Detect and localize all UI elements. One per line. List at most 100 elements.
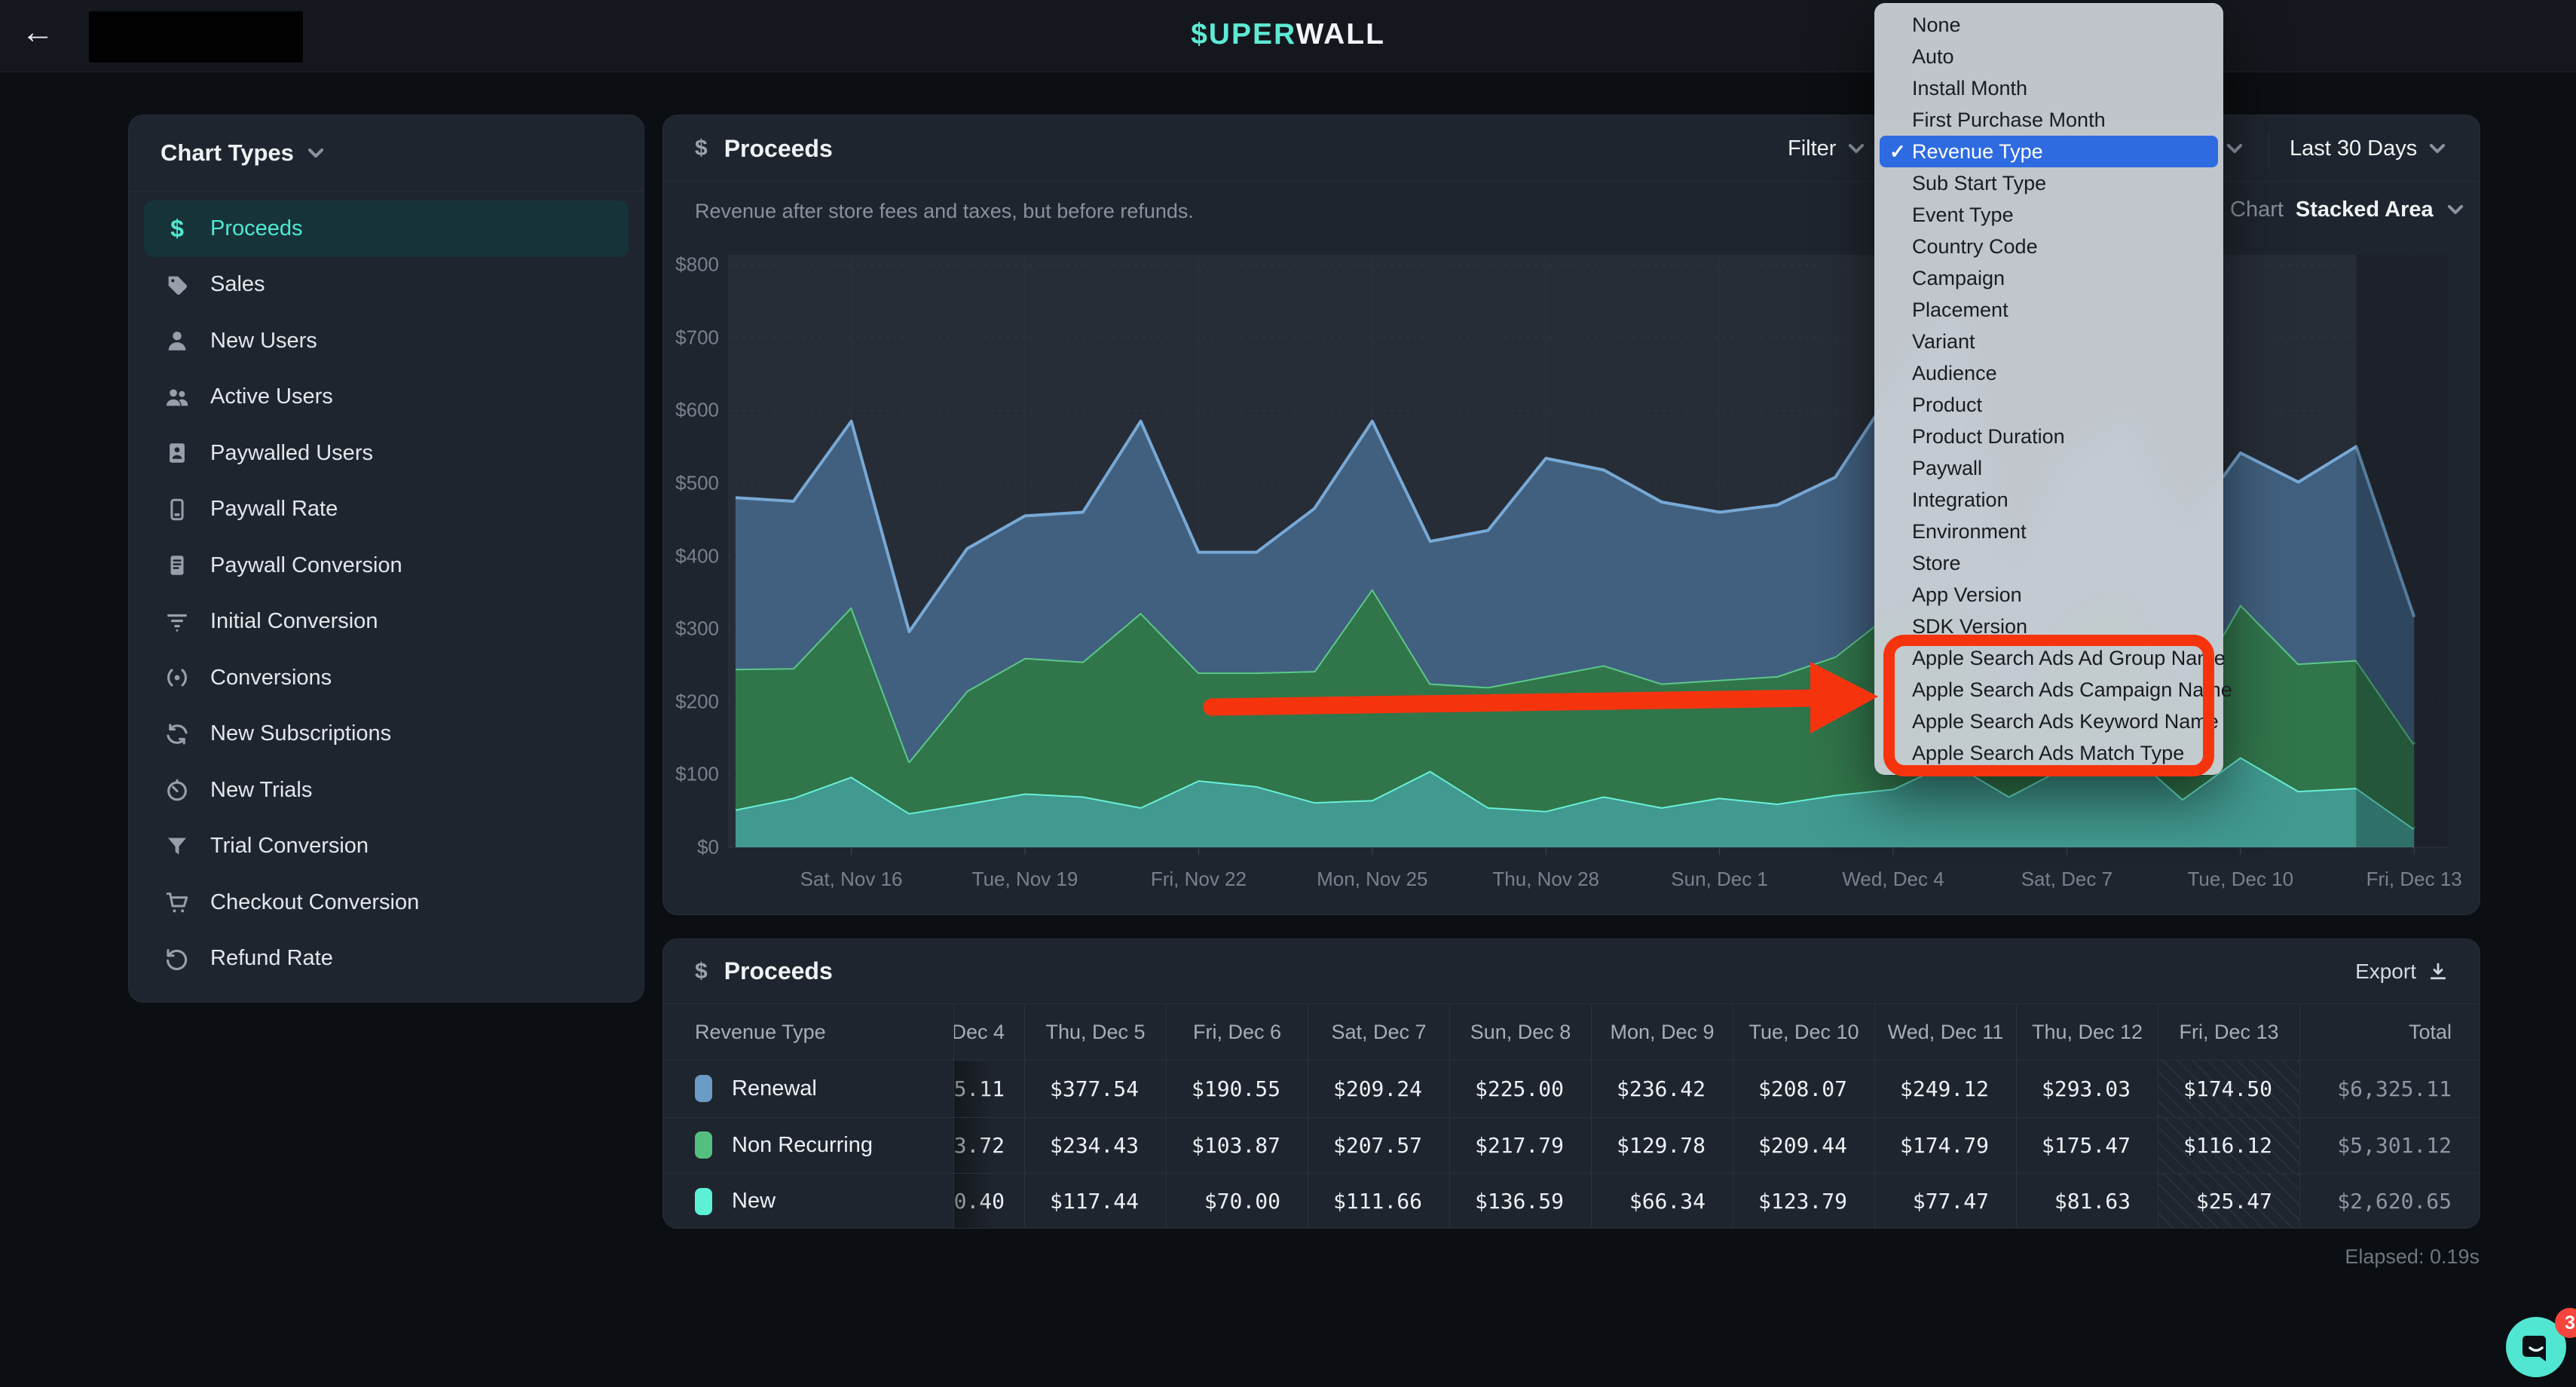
menu-item-product-duration[interactable]: Product Duration <box>1874 421 2223 452</box>
chart-type-label: Chart <box>2230 197 2284 222</box>
menu-item-label: First Purchase Month <box>1912 109 2106 132</box>
chevron-down-icon <box>1846 139 1866 158</box>
menu-item-apple-search-ads-campaign-name[interactable]: Apple Search Ads Campaign Name <box>1874 674 2223 706</box>
menu-item-store[interactable]: Store <box>1874 547 2223 579</box>
y-axis-tick-label: $600 <box>629 399 719 422</box>
menu-item-audience[interactable]: Audience <box>1874 357 2223 389</box>
money-cell: $249.12 <box>1874 1061 2016 1117</box>
menu-item-apple-search-ads-match-type[interactable]: Apple Search Ads Match Type <box>1874 737 2223 769</box>
sidebar-item-trial-conversion[interactable]: Trial Conversion <box>144 819 629 875</box>
chevron-down-icon <box>306 143 326 163</box>
row-label: Renewal <box>732 1076 817 1101</box>
menu-item-auto[interactable]: Auto <box>1874 41 2223 72</box>
chart-title: Proceeds <box>724 135 833 163</box>
sidebar-item-paywalled-users[interactable]: Paywalled Users <box>144 425 629 482</box>
y-axis-tick-label: $100 <box>629 763 719 786</box>
series-color-swatch <box>695 1131 712 1159</box>
column-header-day: Thu, Dec 5 <box>1024 1004 1166 1060</box>
sidebar-item-label: Initial Conversion <box>210 609 378 634</box>
x-axis-tick-label: Mon, Nov 25 <box>1290 868 1455 891</box>
sidebar-title: Chart Types <box>161 139 294 167</box>
menu-item-integration[interactable]: Integration <box>1874 484 2223 516</box>
x-axis-tick-label: Wed, Dec 4 <box>1810 868 1976 891</box>
sidebar-item-initial-conversion[interactable]: Initial Conversion <box>144 594 629 651</box>
menu-item-variant[interactable]: Variant <box>1874 326 2223 357</box>
filter-lines-icon <box>164 608 191 635</box>
money-cell: $81.63 <box>2016 1174 2158 1229</box>
y-axis-tick-label: $200 <box>629 690 719 713</box>
column-header-day: Mon, Dec 9 <box>1591 1004 1733 1060</box>
tag-icon <box>164 271 191 299</box>
menu-item-first-purchase-month[interactable]: First Purchase Month <box>1874 104 2223 136</box>
checkmark-icon: ✓ <box>1889 140 1906 164</box>
menu-item-label: Install Month <box>1912 77 2027 100</box>
sidebar-item-checkout-conversion[interactable]: Checkout Conversion <box>144 874 629 931</box>
x-axis-tick-label: Sat, Dec 7 <box>1984 868 2149 891</box>
row-label-cell: New <box>663 1174 953 1229</box>
column-header-day: Tue, Dec 10 <box>1733 1004 1874 1060</box>
users-icon <box>164 384 191 411</box>
menu-item-product[interactable]: Product <box>1874 389 2223 421</box>
x-axis-tick-label: Fri, Dec 13 <box>2331 868 2497 891</box>
sidebar-item-active-users[interactable]: Active Users <box>144 369 629 426</box>
proceeds-table-card: $ Proceeds Export Revenue TypeDec 4Thu, … <box>662 938 2480 1229</box>
column-header-day: Sat, Dec 7 <box>1308 1004 1449 1060</box>
sidebar-item-label: Proceeds <box>210 216 303 241</box>
menu-item-sdk-version[interactable]: SDK Version <box>1874 611 2223 642</box>
menu-item-label: Environment <box>1912 520 2027 543</box>
menu-item-event-type[interactable]: Event Type <box>1874 199 2223 231</box>
sidebar-item-refund-rate[interactable]: Refund Rate <box>144 931 629 987</box>
sidebar-item-sales[interactable]: Sales <box>144 257 629 314</box>
export-button[interactable]: Export <box>2355 939 2449 1003</box>
row-label-cell: Renewal <box>663 1061 953 1117</box>
money-cell-clipped: 0.40 <box>953 1174 1024 1229</box>
y-axis-tick-label: $400 <box>629 544 719 568</box>
menu-item-country-code[interactable]: Country Code <box>1874 231 2223 262</box>
sidebar-item-new-trials[interactable]: New Trials <box>144 762 629 819</box>
elapsed-time: Elapsed: 0.19s <box>2345 1245 2480 1269</box>
chart-types-header[interactable]: Chart Types <box>129 115 644 191</box>
menu-item-apple-search-ads-ad-group-name[interactable]: Apple Search Ads Ad Group Name <box>1874 642 2223 674</box>
date-range-label: Last 30 Days <box>2290 136 2417 161</box>
menu-item-revenue-type[interactable]: ✓Revenue Type <box>1880 136 2218 167</box>
sidebar-item-paywall-rate[interactable]: Paywall Rate <box>144 482 629 538</box>
chart-type-dropdown[interactable]: Chart Stacked Area <box>2230 191 2465 228</box>
menu-item-install-month[interactable]: Install Month <box>1874 72 2223 104</box>
menu-item-paywall[interactable]: Paywall <box>1874 452 2223 484</box>
menu-item-none[interactable]: None <box>1874 9 2223 41</box>
chart-subtitle: Revenue after store fees and taxes, but … <box>695 200 1194 223</box>
sidebar-item-label: Conversions <box>210 666 332 690</box>
sidebar-item-label: New Users <box>210 329 317 354</box>
menu-item-label: Apple Search Ads Match Type <box>1912 742 2184 765</box>
money-cell: $207.57 <box>1308 1118 1449 1174</box>
group-by-dropdown[interactable] <box>2225 115 2244 182</box>
document-icon <box>164 552 191 579</box>
dollar-icon: $ <box>695 959 708 984</box>
chart-types-sidebar: Chart Types $Proceeds Sales New Users Activ… <box>128 115 644 1003</box>
money-cell: $77.47 <box>1874 1174 2016 1229</box>
money-cell: $234.43 <box>1024 1118 1166 1174</box>
filter-dropdown[interactable]: Filter <box>1788 115 1866 182</box>
sidebar-item-label: Paywalled Users <box>210 441 373 466</box>
column-header-day: Fri, Dec 6 <box>1166 1004 1308 1060</box>
menu-item-campaign[interactable]: Campaign <box>1874 262 2223 294</box>
menu-item-label: Audience <box>1912 362 1997 385</box>
sidebar-item-proceeds[interactable]: $Proceeds <box>144 201 629 257</box>
app-screen: ← $UPERWALL Chart Types $ProceedsSalesNe… <box>0 0 2576 1387</box>
sidebar-item-conversions[interactable]: Conversions <box>144 650 629 706</box>
sidebar-item-label: Sales <box>210 272 265 297</box>
contact-card-icon <box>164 439 191 467</box>
sidebar-item-paywall-conversion[interactable]: Paywall Conversion <box>144 537 629 594</box>
date-range-dropdown[interactable]: Last 30 Days <box>2290 115 2447 182</box>
money-cell: $208.07 <box>1733 1061 1874 1117</box>
menu-item-sub-start-type[interactable]: Sub Start Type <box>1874 167 2223 199</box>
menu-item-label: Sub Start Type <box>1912 172 2046 195</box>
filter-label: Filter <box>1788 136 1836 161</box>
sidebar-item-new-users[interactable]: New Users <box>144 313 629 369</box>
menu-item-placement[interactable]: Placement <box>1874 294 2223 326</box>
menu-item-environment[interactable]: Environment <box>1874 516 2223 547</box>
sidebar-item-new-subscriptions[interactable]: New Subscriptions <box>144 706 629 763</box>
menu-item-apple-search-ads-keyword-name[interactable]: Apple Search Ads Keyword Name <box>1874 706 2223 737</box>
menu-item-app-version[interactable]: App Version <box>1874 579 2223 611</box>
y-axis-tick-label: $0 <box>629 836 719 859</box>
